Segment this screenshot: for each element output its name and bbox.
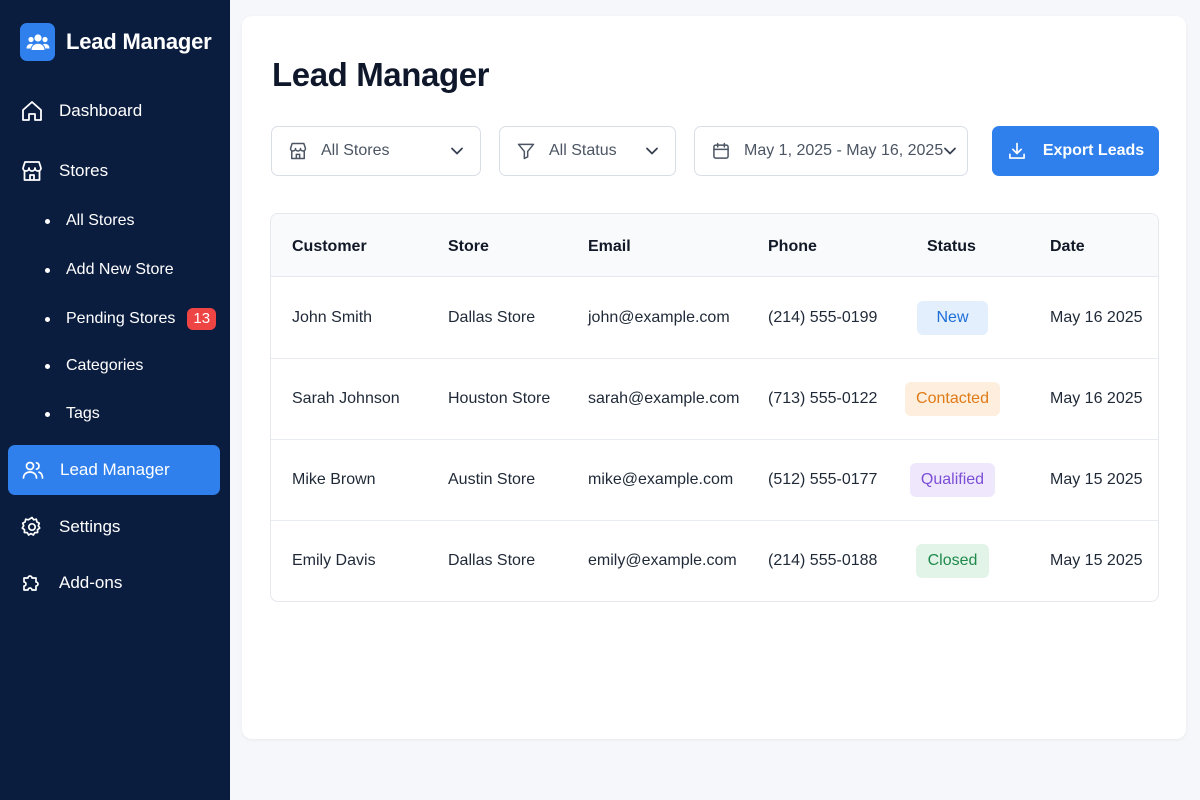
status-badge: New: [917, 301, 988, 335]
column-header-phone[interactable]: Phone: [768, 238, 817, 256]
table-header: Customer Store Email Phone Status Date: [271, 214, 1158, 277]
sidebar-item-stores[interactable]: Stores: [20, 159, 293, 183]
sidebar-subitem-add-new-store[interactable]: Add New Store: [45, 261, 174, 279]
users-icon: [20, 23, 55, 61]
brand-title: Lead Manager: [66, 29, 212, 54]
cell-phone: (512) 555-0177: [768, 471, 878, 488]
sidebar: Lead Manager Dashboard Stores All Stores…: [0, 0, 293, 800]
cell-store: Dallas Store: [448, 552, 536, 569]
chevron-down-icon: [645, 144, 659, 158]
chevron-down-icon: [943, 144, 957, 158]
cell-email[interactable]: mike@example.com: [588, 471, 733, 489]
table-row[interactable]: Emily Davis Dallas Store emily@example.c…: [271, 521, 1158, 601]
sidebar-item-label: Pending Stores: [66, 310, 176, 327]
bullet: [45, 267, 50, 273]
store-icon: [20, 159, 44, 183]
sidebar-item-label: Lead Manager: [60, 460, 170, 479]
chevron-down-icon: [450, 144, 464, 158]
cell-store: Austin Store: [448, 471, 536, 488]
cell-date: May 16 2025: [1050, 309, 1143, 326]
cell-email[interactable]: emily@example.com: [588, 552, 737, 570]
cell-email[interactable]: john@example.com: [588, 309, 730, 327]
status-badge: Contacted: [905, 382, 1000, 416]
column-header-email[interactable]: Email: [588, 238, 631, 256]
sidebar-item-settings[interactable]: Settings: [20, 515, 120, 539]
cell-date: May 15 2025: [1050, 471, 1143, 488]
sidebar-subitem-pending-stores[interactable]: Pending Stores 13: [45, 308, 217, 330]
pending-count-badge: 13: [187, 308, 217, 330]
cell-phone: (713) 555-0122: [768, 390, 878, 407]
puzzle-icon: [20, 571, 44, 595]
sidebar-item-label: Stores: [59, 161, 109, 180]
sidebar-item-dashboard[interactable]: Dashboard: [20, 99, 142, 123]
calendar-icon: [711, 141, 731, 161]
export-leads-button[interactable]: Export Leads: [992, 126, 1159, 176]
sidebar-subitem-categories[interactable]: Categories: [45, 357, 143, 375]
column-header-store[interactable]: Store: [448, 238, 489, 256]
home-icon: [20, 99, 44, 123]
bullet: [45, 218, 50, 224]
filter-icon: [516, 141, 536, 161]
cell-date: May 16 2025: [1050, 390, 1143, 407]
status-filter-select[interactable]: All Status: [499, 126, 676, 176]
cell-customer: John Smith: [292, 309, 373, 326]
store-icon: [288, 141, 308, 161]
sidebar-item-label: Add New Store: [66, 261, 174, 278]
sidebar-item-label: Tags: [66, 405, 100, 422]
sidebar-subitem-tags[interactable]: Tags: [45, 405, 100, 423]
page-title: Lead Manager: [272, 56, 490, 93]
column-header-customer[interactable]: Customer: [292, 238, 367, 256]
cell-phone: (214) 555-0199: [768, 309, 878, 326]
status-badge: Qualified: [910, 463, 995, 497]
cell-date: May 15 2025: [1050, 552, 1143, 569]
download-icon: [1007, 141, 1027, 161]
cell-phone: (214) 555-0188: [768, 552, 878, 569]
export-leads-label: Export Leads: [1042, 142, 1145, 159]
bullet: [45, 363, 50, 369]
cell-customer: Sarah Johnson: [292, 390, 400, 407]
cell-store: Dallas Store: [448, 309, 536, 326]
status-filter-value: All Status: [549, 142, 617, 159]
sidebar-subitem-all-stores[interactable]: All Stores: [45, 212, 134, 230]
sidebar-item-label: Dashboard: [59, 101, 143, 120]
sidebar-item-label: Categories: [66, 357, 144, 374]
status-badge: Closed: [916, 544, 989, 578]
store-filter-select[interactable]: All Stores: [271, 126, 481, 176]
sidebar-item-label: Add-ons: [59, 573, 123, 592]
cell-customer: Emily Davis: [292, 552, 376, 569]
users-icon: [21, 458, 45, 482]
table-row[interactable]: Mike Brown Austin Store mike@example.com…: [271, 440, 1158, 521]
cell-email[interactable]: sarah@example.com: [588, 390, 739, 408]
store-filter-value: All Stores: [321, 142, 390, 159]
brand[interactable]: Lead Manager: [20, 23, 212, 61]
date-range-picker[interactable]: May 1, 2025 - May 16, 2025: [694, 126, 968, 176]
sidebar-item-add-ons[interactable]: Add-ons: [20, 571, 122, 595]
leads-table: Customer Store Email Phone Status Date J…: [270, 213, 1159, 602]
column-header-status[interactable]: Status: [927, 238, 976, 256]
table-row[interactable]: Sarah Johnson Houston Store sarah@exampl…: [271, 359, 1158, 440]
date-range-value: May 1, 2025 - May 16, 2025: [744, 142, 944, 159]
column-header-date[interactable]: Date: [1050, 238, 1085, 256]
gear-icon: [20, 515, 44, 539]
sidebar-item-lead-manager[interactable]: Lead Manager: [8, 445, 220, 495]
cell-customer: Mike Brown: [292, 471, 376, 488]
table-row[interactable]: John Smith Dallas Store john@example.com…: [271, 278, 1158, 359]
sidebar-item-label: All Stores: [66, 212, 135, 229]
sidebar-item-label: Settings: [59, 517, 121, 536]
cell-store: Houston Store: [448, 390, 551, 407]
main-card: Lead Manager All Stores All Status May 1…: [242, 16, 1186, 739]
bullet: [45, 316, 50, 322]
bullet: [45, 411, 50, 417]
